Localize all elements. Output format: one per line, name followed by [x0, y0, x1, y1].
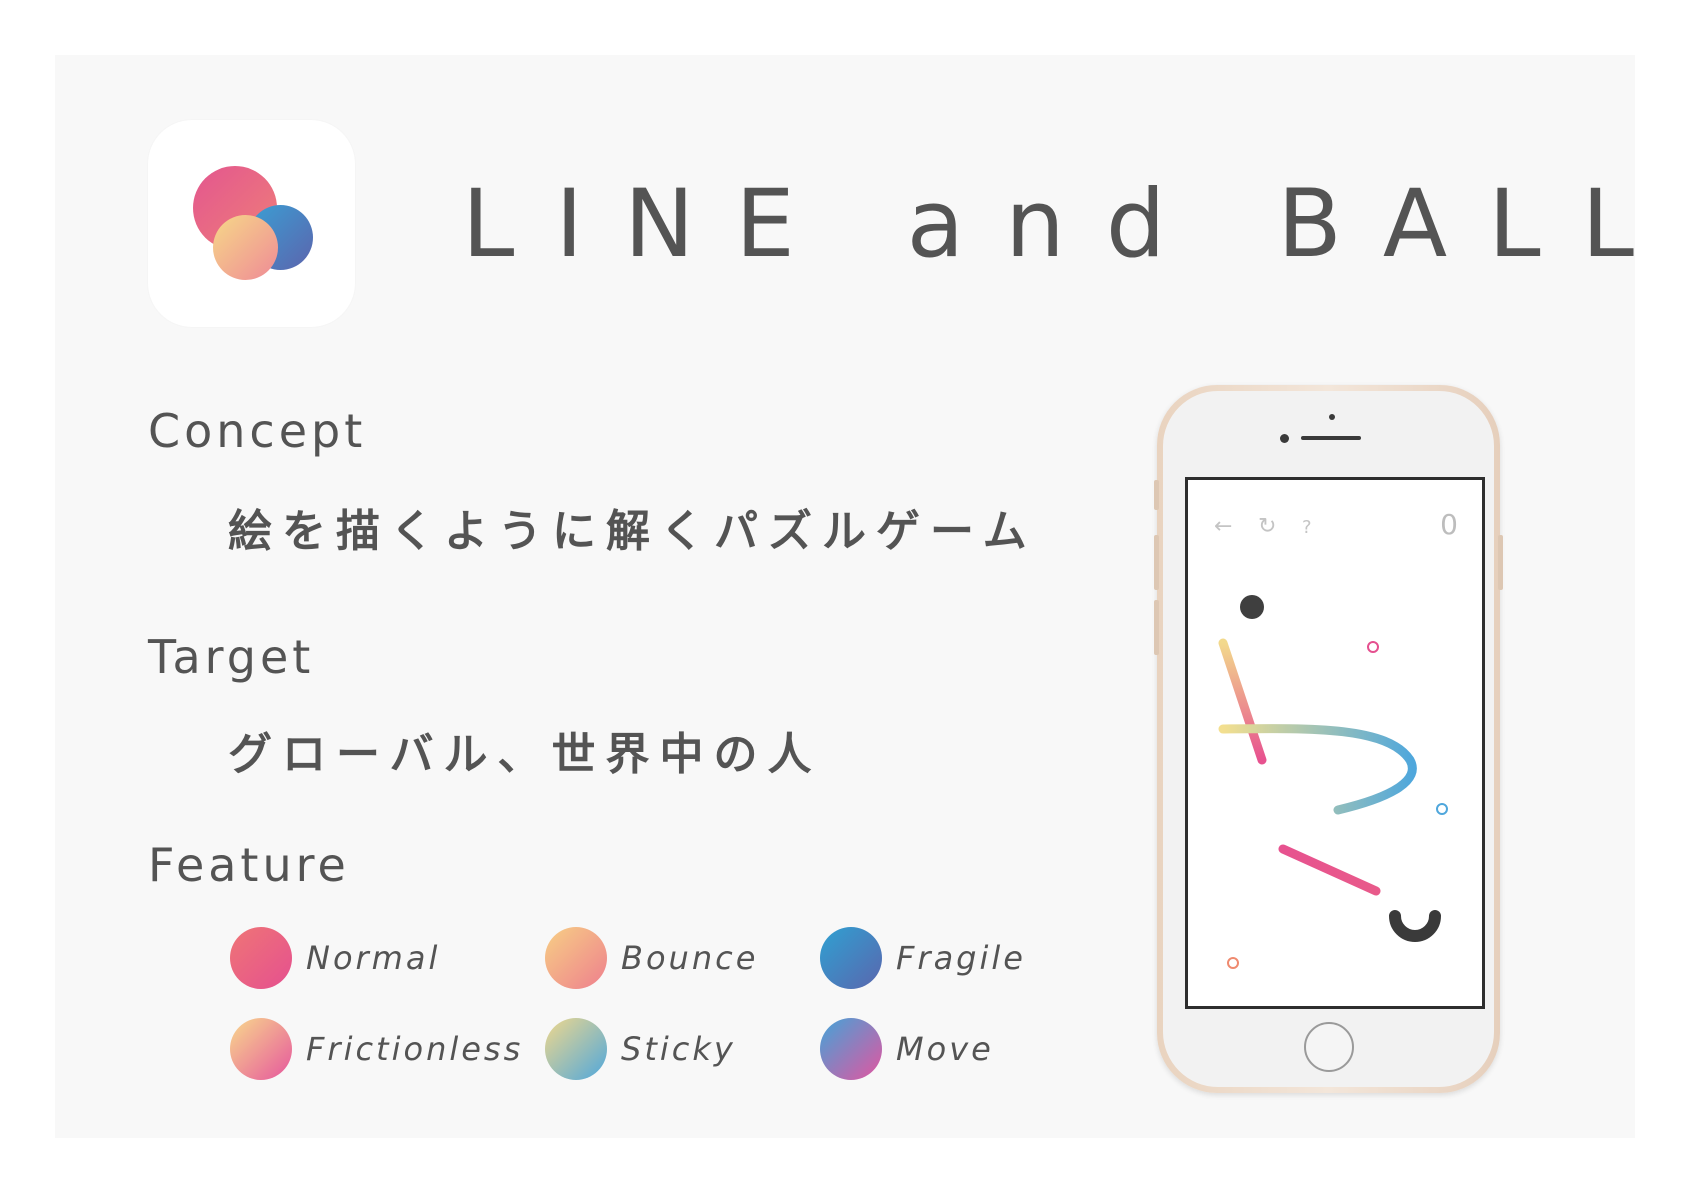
goal-cup	[1389, 910, 1441, 942]
normal-ball-icon	[230, 927, 292, 989]
feature-fragile: Fragile	[820, 927, 1026, 989]
drawn-line-diagonal	[1218, 638, 1267, 765]
peach-circle-icon	[213, 215, 278, 280]
move-ball-icon	[820, 1018, 882, 1080]
player-ball	[1240, 595, 1264, 619]
speaker-icon	[1301, 436, 1361, 440]
feature-label: Sticky	[621, 1030, 736, 1068]
home-button[interactable]	[1304, 1022, 1354, 1072]
sticky-ball-icon	[545, 1018, 607, 1080]
target-heading: Target	[148, 630, 315, 684]
frictionless-ball-icon	[230, 1018, 292, 1080]
sensor-icon	[1329, 414, 1335, 420]
star-target-blue	[1436, 803, 1448, 815]
concept-heading: Concept	[148, 404, 367, 458]
feature-label: Frictionless	[306, 1030, 524, 1068]
feature-label: Bounce	[621, 939, 759, 977]
feature-sticky: Sticky	[545, 1018, 736, 1080]
target-text: グローバル、世界中の人	[228, 729, 822, 780]
fragile-ball-icon	[820, 927, 882, 989]
feature-bounce: Bounce	[545, 927, 758, 989]
feature-normal: Normal	[230, 927, 440, 989]
star-target-orange	[1227, 957, 1239, 969]
game-screen[interactable]: ← ↻ ? 0	[1185, 477, 1485, 1009]
drawn-line-pink	[1278, 844, 1381, 896]
game-canvas	[1218, 595, 1448, 969]
feature-frictionless: Frictionless	[230, 1018, 523, 1080]
feature-label: Fragile	[896, 939, 1026, 977]
phone-face: ← ↻ ? 0	[1163, 391, 1494, 1087]
bounce-ball-icon	[545, 927, 607, 989]
mute-switch	[1154, 480, 1159, 510]
volume-down-button	[1154, 600, 1159, 655]
app-title: LINE and BALL	[462, 170, 1675, 279]
volume-up-button	[1154, 535, 1159, 590]
concept-text: 絵を描くように解くパズルゲーム	[228, 506, 1037, 557]
power-button	[1498, 535, 1503, 590]
feature-label: Normal	[306, 939, 441, 977]
app-icon	[148, 120, 355, 327]
star-target-pink	[1367, 641, 1379, 653]
feature-move: Move	[820, 1018, 994, 1080]
feature-label: Move	[896, 1030, 994, 1068]
camera-icon	[1280, 434, 1289, 443]
feature-heading: Feature	[148, 838, 350, 892]
phone-mockup: ← ↻ ? 0	[1154, 385, 1503, 1093]
